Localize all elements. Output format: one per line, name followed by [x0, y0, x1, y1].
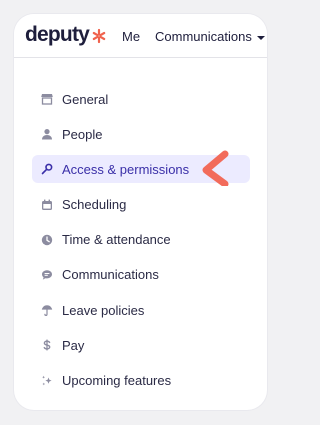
menu-item-scheduling[interactable]: Scheduling	[32, 191, 250, 219]
logo-mark-icon	[91, 27, 107, 44]
calendar-icon	[41, 199, 53, 211]
menu-item-label: Leave policies	[62, 302, 145, 318]
key-icon	[41, 163, 53, 175]
menu-item-label: General	[62, 91, 109, 107]
pointer-arrow-icon	[202, 150, 229, 186]
menu-item-label: Time & attendance	[62, 232, 171, 248]
menu-item-time-attendance[interactable]: Time & attendance	[32, 226, 250, 254]
menu-item-label: Scheduling	[62, 197, 127, 213]
nav-me[interactable]: Me	[122, 29, 140, 44]
top-nav: deputy Me Communications	[14, 14, 267, 58]
clock-icon	[41, 234, 53, 246]
menu-item-label: Pay	[62, 337, 85, 353]
sparkle-icon	[41, 375, 53, 387]
settings-menu: General People Access & permissions Sche…	[32, 85, 250, 402]
menu-item-leave-policies[interactable]: Leave policies	[32, 296, 250, 324]
umbrella-icon	[41, 304, 53, 317]
menu-item-label: Access & permissions	[62, 161, 190, 177]
nav-communications-label: Communications	[155, 29, 252, 44]
settings-card: deputy Me Communications General People …	[14, 14, 267, 410]
menu-item-label: Upcoming features	[62, 373, 172, 388]
menu-item-pay[interactable]: Pay	[32, 331, 250, 359]
nav-communications-dropdown[interactable]: Communications	[155, 29, 265, 44]
deputy-logo[interactable]: deputy	[25, 24, 107, 46]
menu-item-communications[interactable]: Communications	[32, 261, 250, 289]
dollar-icon	[41, 339, 53, 351]
menu-item-upcoming-features[interactable]: Upcoming features	[32, 367, 250, 395]
logo-text: deputy	[25, 23, 90, 46]
menu-item-label: People	[62, 126, 103, 142]
menu-item-general[interactable]: General	[32, 85, 250, 113]
chat-icon	[41, 269, 53, 281]
menu-item-people[interactable]: People	[32, 120, 250, 148]
chevron-down-icon	[256, 35, 265, 40]
menu-item-label: Communications	[62, 267, 159, 283]
person-icon	[41, 128, 53, 140]
store-icon	[41, 93, 53, 105]
